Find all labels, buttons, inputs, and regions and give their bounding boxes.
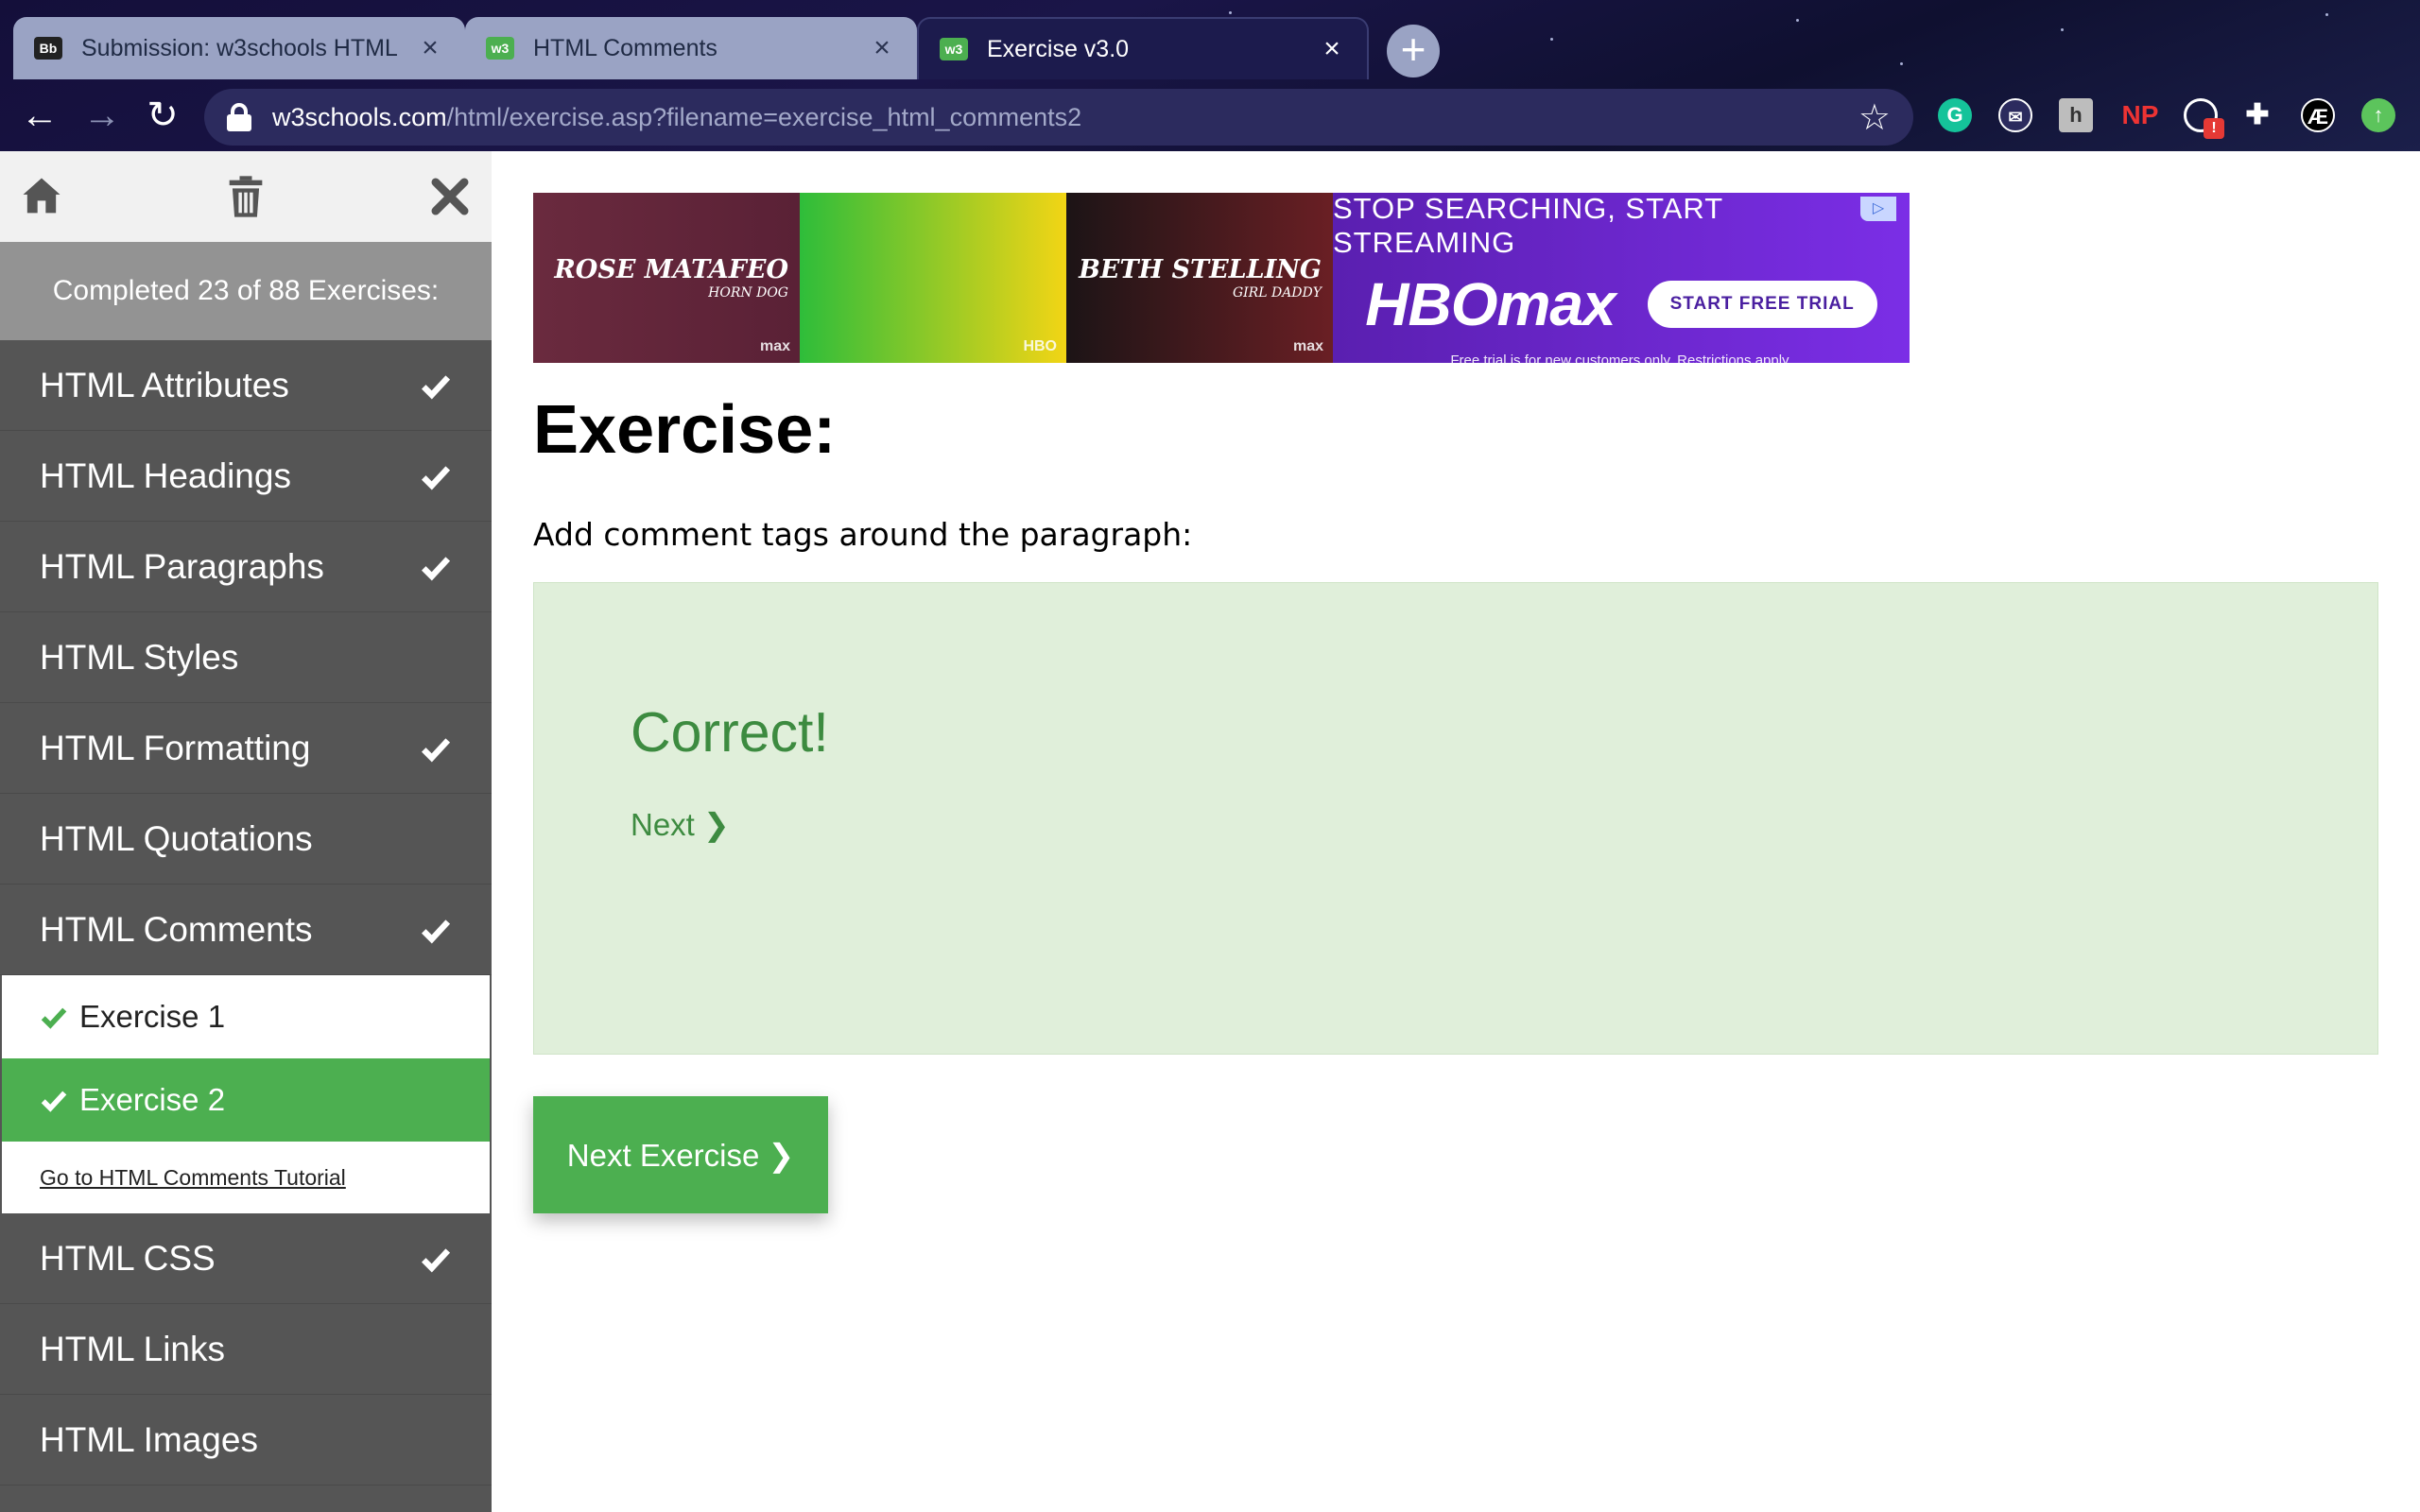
sidebar-item-label: HTML Images [40, 1419, 258, 1459]
trash-icon[interactable] [221, 172, 270, 221]
profile-icon[interactable]: Æ [2301, 98, 2335, 132]
browser-toolbar: ← → ↻ w3schools.com/html/exercise.asp?fi… [0, 81, 2420, 151]
page-title: Exercise: [533, 392, 837, 468]
exercise-label: Exercise 1 [79, 999, 226, 1034]
sidebar-item-paragraphs[interactable]: HTML Paragraphs [0, 522, 492, 612]
new-tab-plus-icon[interactable]: + [1387, 25, 1440, 77]
back-arrow-icon[interactable]: ← [13, 89, 66, 142]
exercise-instruction: Add comment tags around the paragraph: [533, 516, 1193, 553]
checkmark-icon [421, 919, 451, 944]
sidebar-item-images[interactable]: HTML Images [0, 1395, 492, 1486]
puzzle-icon[interactable]: ✚ [2240, 98, 2274, 132]
ad-panel-title: ROSE MATAFEO HORN DOG [554, 255, 788, 301]
tab-strip: Bb Submission: w3schools HTML × w3 HTML … [13, 17, 1369, 79]
w3schools-favicon-icon: w3 [486, 37, 514, 60]
sidebar-item-css[interactable]: HTML CSS [0, 1213, 492, 1304]
ad-headline: STOP SEARCHING, START STREAMING [1333, 193, 1723, 259]
sidebar-item-label: HTML Quotations [40, 818, 313, 858]
exercise-label: Exercise 2 [79, 1082, 226, 1117]
checkmark-icon [421, 737, 451, 763]
sidebar-item-label: HTML Headings [40, 455, 291, 495]
sidebar-item-formatting[interactable]: HTML Formatting [0, 703, 492, 794]
main-content: ROSE MATAFEO HORN DOG max HBO BETH STELLI… [492, 151, 2420, 1512]
lock-icon [227, 103, 251, 131]
ad-panel-rose-matafeo: ROSE MATAFEO HORN DOG max [533, 193, 800, 363]
result-panel: Correct! Next ❯ [533, 582, 2378, 1055]
checkmark-icon [421, 465, 451, 490]
tab-title: HTML Comments [533, 34, 717, 61]
checkmark-icon [421, 556, 451, 581]
max-logo: max [759, 338, 790, 354]
sidebar-item-quotations[interactable]: HTML Quotations [0, 794, 492, 885]
sidebar-item-label: HTML Links [40, 1329, 226, 1368]
notification-badge: ! [2204, 118, 2224, 139]
ad-panel-title: BETH STELLING GIRL DADDY [1079, 255, 1322, 301]
tutorial-link[interactable]: Go to HTML Comments Tutorial [2, 1142, 490, 1213]
sidebar-item-label: HTML Styles [40, 637, 239, 677]
sidebar-item-label: HTML Attributes [40, 365, 289, 404]
badge-icon[interactable]: ! [2184, 98, 2224, 139]
sidebar-item-comments[interactable]: HTML Comments [0, 885, 492, 975]
sidebar-item-styles[interactable]: HTML Styles [0, 612, 492, 703]
next-exercise-button[interactable]: Next Exercise ❯ [533, 1096, 828, 1213]
sidebar-item-label: HTML Formatting [40, 728, 311, 767]
update-icon[interactable]: ↑ [2361, 98, 2395, 132]
ad-panel-dave-chappelle: HBO [800, 193, 1066, 363]
next-link[interactable]: Next ❯ [631, 806, 730, 843]
address-bar[interactable]: w3schools.com/html/exercise.asp?filename… [204, 89, 1913, 146]
home-icon[interactable] [17, 172, 66, 221]
blackboard-favicon-icon: Bb [34, 37, 62, 60]
sidebar-item-headings[interactable]: HTML Headings [0, 431, 492, 522]
checkmark-icon [41, 1007, 67, 1029]
hbo-logo: HBO [1023, 338, 1057, 354]
completed-counter: Completed 23 of 88 Exercises: [0, 242, 492, 340]
sidebar-item-label: HTML Paragraphs [40, 546, 324, 586]
checkmark-icon [421, 374, 451, 400]
sidebar-item-label: HTML Comments [40, 909, 313, 949]
hypothesis-icon[interactable]: h [2059, 98, 2093, 132]
start-free-trial-button[interactable]: START FREE TRIAL [1647, 280, 1877, 328]
browser-chrome: Bb Submission: w3schools HTML × w3 HTML … [0, 0, 2420, 151]
bookmark-star-icon[interactable]: ☆ [1858, 96, 1891, 139]
exercise-2-link[interactable]: Exercise 2 [2, 1058, 490, 1142]
exercise-1-link[interactable]: Exercise 1 [2, 975, 490, 1058]
adchoices-icon[interactable]: ▷ [1860, 197, 1896, 221]
np-icon[interactable]: NP [2119, 98, 2161, 132]
url-text: w3schools.com/html/exercise.asp?filename… [272, 102, 1082, 131]
tab-title: Exercise v3.0 [987, 35, 1130, 62]
tab-exercise[interactable]: w3 Exercise v3.0 × [917, 17, 1369, 79]
reload-icon[interactable]: ↻ [136, 89, 189, 142]
comments-exercise-list: Exercise 1 Exercise 2 Go to HTML Comment… [0, 975, 492, 1213]
tab-submission[interactable]: Bb Submission: w3schools HTML × [13, 17, 465, 79]
sidebar-toolbar [0, 151, 492, 242]
exercise-sidebar: Completed 23 of 88 Exercises: HTML Attri… [0, 151, 492, 1512]
grammarly-icon[interactable]: G [1938, 98, 1972, 132]
ad-fine-print: Free trial is for new customers only. Re… [1450, 352, 1792, 364]
close-icon[interactable]: × [416, 32, 444, 64]
close-icon[interactable] [425, 172, 475, 221]
tab-html-comments[interactable]: w3 HTML Comments × [465, 17, 917, 79]
w3schools-favicon-icon: w3 [940, 38, 968, 60]
tab-title: Submission: w3schools HTML [81, 34, 398, 61]
sidebar-item-label: HTML CSS [40, 1238, 216, 1278]
hbomax-logo: HBOmax [1365, 269, 1616, 338]
mail-icon[interactable]: ✉ [1998, 98, 2032, 132]
forward-arrow-icon[interactable]: → [76, 89, 129, 142]
close-icon[interactable]: × [868, 32, 896, 64]
checkmark-icon [41, 1091, 67, 1112]
max-logo: max [1292, 338, 1323, 354]
sidebar-item-attributes[interactable]: HTML Attributes [0, 340, 492, 431]
ad-panel-beth-stelling: BETH STELLING GIRL DADDY max [1066, 193, 1333, 363]
sidebar-item-links[interactable]: HTML Links [0, 1304, 492, 1395]
correct-message: Correct! [631, 701, 829, 764]
ad-panel-hbomax: ▷ STOP SEARCHING, START STREAMING HBOmax… [1333, 193, 1910, 363]
checkmark-icon [421, 1247, 451, 1273]
ad-banner[interactable]: ROSE MATAFEO HORN DOG max HBO BETH STELLI… [533, 193, 1910, 363]
close-icon[interactable]: × [1318, 33, 1346, 65]
